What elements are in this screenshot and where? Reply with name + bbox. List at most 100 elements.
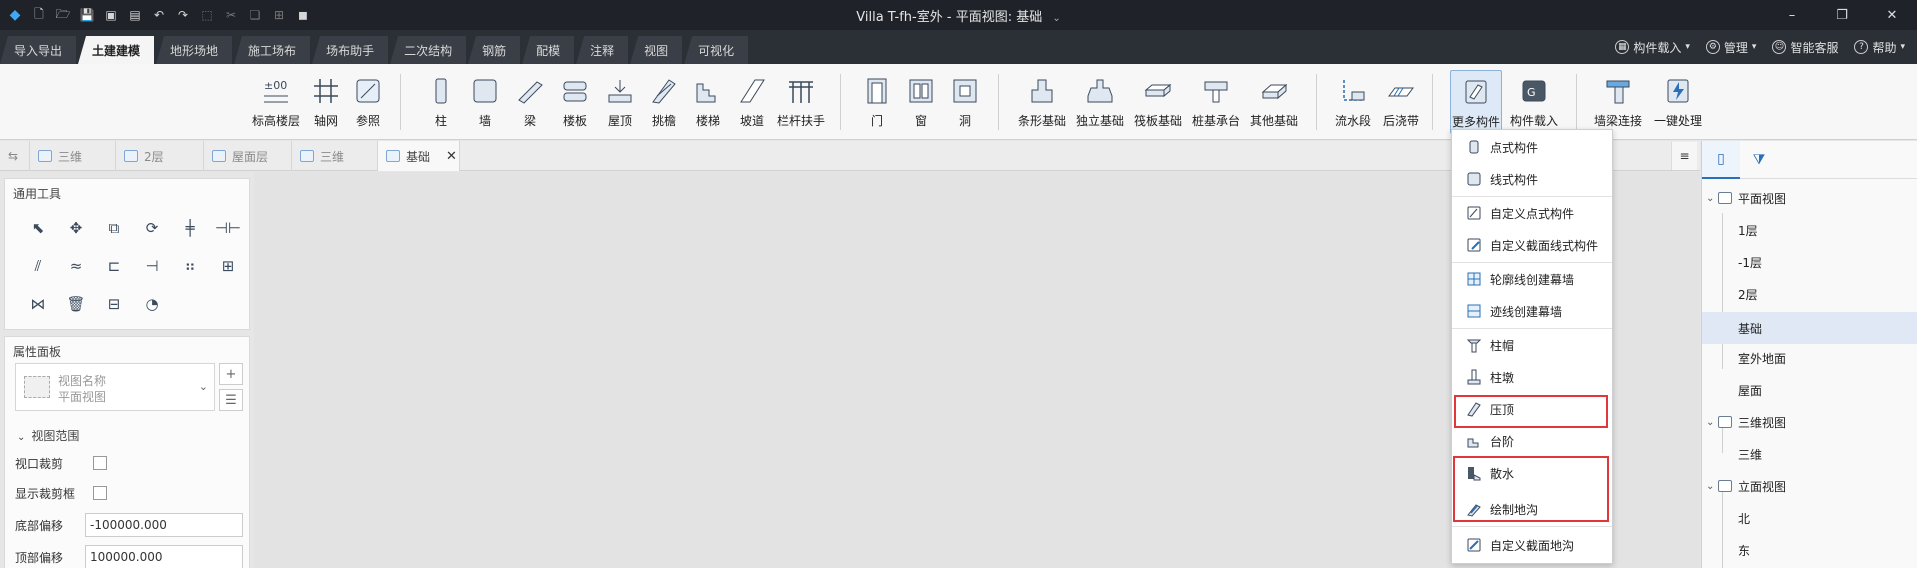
- column-button[interactable]: 柱: [426, 70, 456, 134]
- tab-secondary-structure[interactable]: 二次结构: [390, 36, 467, 64]
- menu-item-trace-curtain-wall[interactable]: 迹线创建幕墙: [1452, 298, 1612, 324]
- select-icon[interactable]: ⬚: [198, 6, 216, 24]
- view-tab-foundation[interactable]: 基础 ✕: [378, 141, 460, 171]
- mirror-icon[interactable]: ⋈: [19, 289, 57, 319]
- show-crop-box-checkbox[interactable]: [93, 486, 107, 500]
- other-foundation-button[interactable]: 其他基础: [1248, 70, 1300, 134]
- undo-icon[interactable]: ↶: [150, 6, 168, 24]
- ramp-button[interactable]: 坡道: [734, 70, 770, 134]
- group-icon[interactable]: ⊞: [209, 251, 247, 281]
- more-components-button[interactable]: 更多构件: [1450, 70, 1502, 134]
- view-tab-roof[interactable]: 屋面层: [204, 141, 292, 171]
- raft-foundation-button[interactable]: 筏板基础: [1132, 70, 1184, 134]
- redo-icon[interactable]: ↷: [174, 6, 192, 24]
- menu-item-custom-section-line[interactable]: 自定义截面线式构件: [1452, 232, 1612, 258]
- save-as-icon[interactable]: ▣: [102, 6, 120, 24]
- view-tab-2f[interactable]: 2层: [116, 141, 204, 171]
- tab-site-layout[interactable]: 施工场布: [234, 36, 311, 64]
- title-chevron-icon[interactable]: ⌄: [1052, 13, 1060, 24]
- tree-group-plan-views[interactable]: ⌄ 平面视图: [1702, 185, 1917, 211]
- tree-group-3d-views[interactable]: ⌄ 三维视图: [1702, 409, 1917, 435]
- tree-item-b1[interactable]: -1层: [1702, 249, 1917, 275]
- menu-item-outline-curtain-wall[interactable]: 轮廓线创建幕墙: [1452, 266, 1612, 292]
- view-tab-3d[interactable]: 三维: [30, 141, 116, 171]
- manage-menu[interactable]: ⚙ 管理 ▾: [1705, 39, 1756, 56]
- split-icon[interactable]: ⊣⊢: [209, 213, 247, 243]
- slab-button[interactable]: 楼板: [557, 70, 593, 134]
- menu-item-line-component[interactable]: 线式构件: [1452, 166, 1612, 192]
- measure-icon[interactable]: ⊟: [95, 289, 133, 319]
- menu-item-point-component[interactable]: 点式构件: [1452, 134, 1612, 160]
- paste-icon[interactable]: ⊞: [270, 6, 288, 24]
- view-range-section[interactable]: ⌄ 视图范围: [17, 427, 79, 444]
- railing-button[interactable]: 栏杆扶手: [776, 70, 826, 134]
- tab-terrain[interactable]: 地形场地: [156, 36, 233, 64]
- menu-item-custom-point-component[interactable]: 自定义点式构件: [1452, 200, 1612, 226]
- offset-icon[interactable]: ≈: [57, 251, 95, 281]
- tab-annotation[interactable]: 注释: [576, 36, 629, 64]
- isolated-foundation-button[interactable]: 独立基础: [1074, 70, 1126, 134]
- restore-button[interactable]: ❐: [1817, 0, 1867, 30]
- tree-item-2f[interactable]: 2层: [1702, 281, 1917, 307]
- array-icon[interactable]: ⠶: [171, 251, 209, 281]
- filter-icon[interactable]: ⧩: [1740, 141, 1778, 179]
- eave-button[interactable]: 挑檐: [646, 70, 682, 134]
- tab-civil-modeling[interactable]: 土建建模: [78, 36, 155, 64]
- delete-icon[interactable]: 🗑: [57, 289, 95, 319]
- viewport-crop-checkbox[interactable]: [93, 456, 107, 470]
- tab-visualization[interactable]: 可视化: [684, 36, 749, 64]
- tab-import-export[interactable]: 导入导出: [0, 36, 77, 64]
- tree-item-foundation[interactable]: 基础: [1702, 312, 1917, 344]
- reference-button[interactable]: 参照: [350, 70, 386, 134]
- door-button[interactable]: 门: [862, 70, 892, 134]
- tab-view[interactable]: 视图: [630, 36, 683, 64]
- tree-item-north[interactable]: 北: [1702, 505, 1917, 531]
- project-tree-tab-icon[interactable]: ▯: [1702, 141, 1740, 179]
- tree-item-outdoor-ground[interactable]: 室外地面: [1702, 345, 1917, 371]
- tree-item-east[interactable]: 东: [1702, 537, 1917, 563]
- cube-icon[interactable]: ◼: [294, 6, 312, 24]
- tree-group-elevation-views[interactable]: ⌄ 立面视图: [1702, 473, 1917, 499]
- view-type-selector[interactable]: 视图名称 平面视图 ⌄: [15, 363, 215, 411]
- mirror-line-icon[interactable]: ⫽: [19, 251, 57, 281]
- menu-item-step[interactable]: 台阶: [1452, 428, 1612, 454]
- tab-formwork[interactable]: 配模: [522, 36, 575, 64]
- stair-button[interactable]: 楼梯: [690, 70, 726, 134]
- save-icon[interactable]: 💾: [78, 6, 96, 24]
- component-load-button[interactable]: G 构件载入: [1508, 70, 1560, 134]
- export-icon[interactable]: ▤: [126, 6, 144, 24]
- component-load-menu[interactable]: ▦ 构件载入 ▾: [1615, 39, 1690, 56]
- view-settings-button[interactable]: ☰: [219, 389, 243, 411]
- post-pour-strip-button[interactable]: 后浇带: [1380, 70, 1422, 134]
- tab-rebar[interactable]: 钢筋: [468, 36, 521, 64]
- service-button[interactable]: ☺ 智能客服: [1772, 39, 1838, 56]
- window-button[interactable]: 窗: [906, 70, 936, 134]
- roof-button[interactable]: 屋顶: [602, 70, 638, 134]
- copy-tool-icon[interactable]: ⧉: [95, 213, 133, 243]
- copy-icon[interactable]: ❏: [246, 6, 264, 24]
- angle-measure-icon[interactable]: ◔: [133, 289, 171, 319]
- menu-item-column-pier[interactable]: 柱墩: [1452, 364, 1612, 390]
- new-file-icon[interactable]: 🗋: [30, 6, 48, 24]
- wall-beam-join-button[interactable]: 墙梁连接: [1592, 70, 1644, 134]
- opening-button[interactable]: 洞: [950, 70, 980, 134]
- strip-foundation-button[interactable]: 条形基础: [1016, 70, 1068, 134]
- level-button[interactable]: ±00 标高楼层: [250, 70, 302, 134]
- help-menu[interactable]: ? 帮助 ▾: [1854, 39, 1905, 56]
- close-tab-icon[interactable]: ✕: [446, 149, 457, 164]
- tab-layout-assistant[interactable]: 场布助手: [312, 36, 389, 64]
- open-folder-icon[interactable]: 🗁: [54, 6, 72, 24]
- bottom-offset-input[interactable]: [85, 513, 243, 537]
- tree-item-3d[interactable]: 三维: [1702, 441, 1917, 467]
- select-cursor-icon[interactable]: ⬉: [19, 213, 57, 243]
- rotate-icon[interactable]: ⟳: [133, 213, 171, 243]
- tab-switch-icon[interactable]: ⇆: [0, 141, 30, 171]
- wall-button[interactable]: 墙: [470, 70, 500, 134]
- tree-item-roof[interactable]: 屋面: [1702, 377, 1917, 403]
- cut-icon[interactable]: ✂: [222, 6, 240, 24]
- pile-cap-button[interactable]: 桩基承台: [1190, 70, 1242, 134]
- beam-button[interactable]: 梁: [515, 70, 545, 134]
- move-icon[interactable]: ✥: [57, 213, 95, 243]
- minimize-button[interactable]: –: [1767, 0, 1817, 30]
- tree-item-1f[interactable]: 1层: [1702, 217, 1917, 243]
